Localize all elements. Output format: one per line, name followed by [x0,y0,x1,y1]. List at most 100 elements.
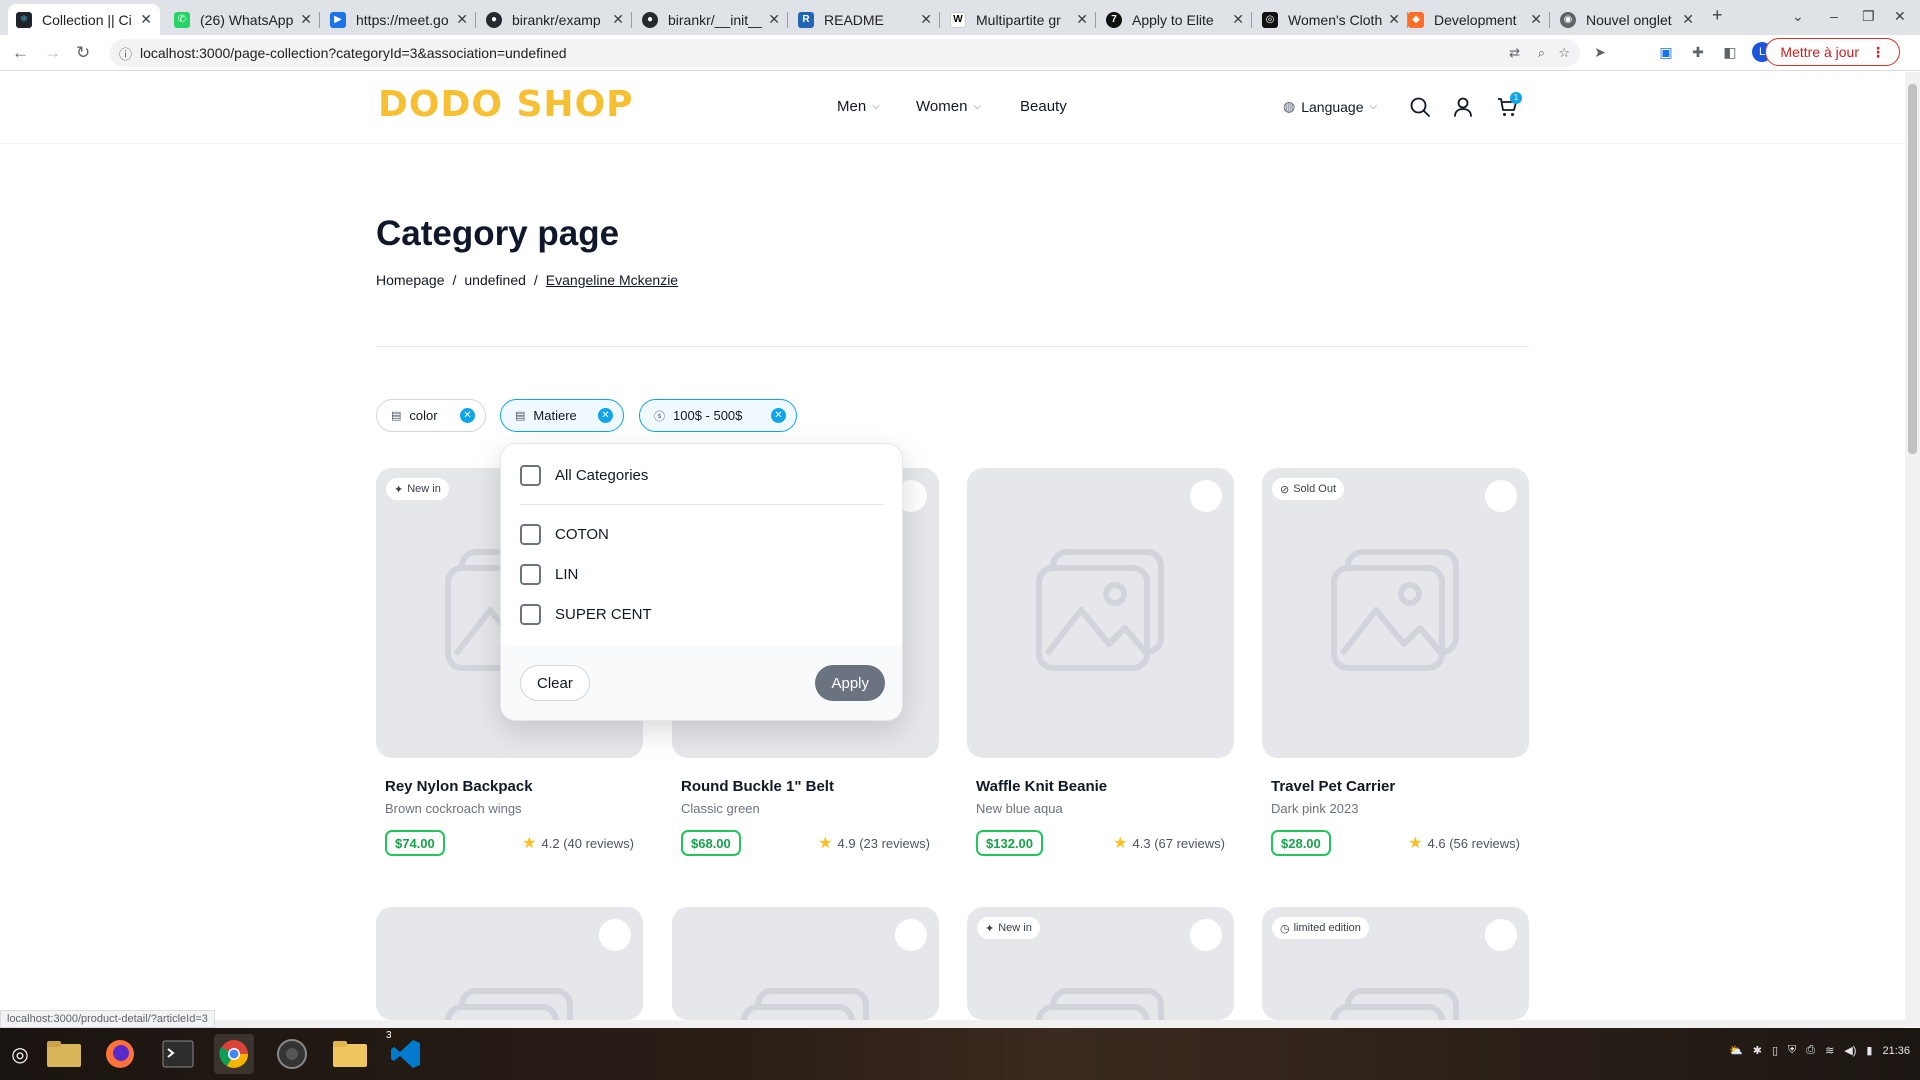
site-logo[interactable]: DODO SHOP [378,84,634,125]
apply-button[interactable]: Apply [815,665,885,701]
product-image[interactable]: ⊘ Sold Out [1262,468,1529,758]
close-tab-icon[interactable]: ✕ [1388,11,1400,28]
vertical-scrollbar[interactable] [1905,72,1920,1027]
scrollbar-thumb[interactable] [1908,84,1917,454]
nav-beauty[interactable]: Beauty [1020,98,1067,115]
wifi-icon[interactable]: ≋ [1825,1044,1834,1057]
share-icon[interactable]: ➤ [1592,44,1608,60]
puzzle-icon[interactable]: ✚ [1690,44,1706,60]
chrome-icon[interactable] [214,1034,254,1074]
heart-filled-icon[interactable] [1485,480,1517,512]
product-image[interactable]: ✦ New in [967,907,1234,1020]
close-tab-icon[interactable]: ✕ [1530,11,1542,28]
breadcrumb-current[interactable]: Evangeline Mckenzie [546,272,678,288]
nav-men[interactable]: Men ⌵ [837,98,880,115]
product-card[interactable] [376,907,643,1020]
sidepanel-icon[interactable]: ◧ [1722,44,1738,60]
product-image[interactable] [376,907,643,1020]
bookmark-star-icon[interactable]: ☆ [1558,45,1570,61]
firefox-icon[interactable] [100,1034,140,1074]
volume-icon[interactable]: ◀) [1844,1044,1856,1057]
close-tab-icon[interactable]: ✕ [140,11,152,28]
remove-filter-icon[interactable]: ✕ [771,408,786,423]
product-image[interactable] [672,907,939,1020]
terminal-icon[interactable] [158,1034,198,1074]
checkbox[interactable] [520,604,541,625]
printer-icon[interactable]: ⎙ [1806,1044,1815,1057]
shield-icon[interactable]: ⛨ [1788,1044,1796,1057]
translate-icon[interactable]: ⇄ [1509,45,1520,61]
cart-icon[interactable]: 1 [1496,92,1522,118]
reload-icon[interactable]: ↻ [76,43,90,63]
browser-tab-collection[interactable]: ⚛ Collection || Ci ✕ [8,4,160,35]
product-name[interactable]: Round Buckle 1" Belt [672,778,939,795]
browser-tab-github-1[interactable]: ● birankr/examp ✕ [478,4,632,35]
minimize-icon[interactable]: – [1830,8,1838,24]
browser-tab-development[interactable]: ◆ Development ✕ [1400,4,1550,35]
browser-tab-whatsapp[interactable]: ✆ (26) WhatsApp ✕ [166,4,320,35]
browser-tab-readme[interactable]: R README ✕ [790,4,940,35]
tab-search-chevron-icon[interactable]: ⌄ [1792,8,1804,25]
filter-chip-price[interactable]: ⓢ 100$ - 500$ ✕ [639,399,797,432]
filter-chip-color[interactable]: ▤ color ✕ [376,399,486,432]
product-card[interactable]: ✦ New in [967,907,1234,1020]
close-tab-icon[interactable]: ✕ [1682,11,1694,28]
heart-outline-icon[interactable] [599,919,631,951]
heart-filled-icon[interactable] [1190,919,1222,951]
close-tab-icon[interactable]: ✕ [612,11,624,28]
option-super-cent[interactable]: SUPER CENT [520,604,652,625]
product-card[interactable]: ◷ limited edition [1262,907,1529,1020]
heart-outline-icon[interactable] [1190,480,1222,512]
clock[interactable]: 21:36 [1882,1045,1910,1057]
close-tab-icon[interactable]: ✕ [1076,11,1088,28]
back-icon[interactable]: ← [12,43,29,63]
filter-chip-matiere[interactable]: ▤ Matiere ✕ [500,399,624,432]
more-menu-icon[interactable]: ⋮ [1871,44,1885,61]
breadcrumb-homepage[interactable]: Homepage [376,272,445,288]
close-tab-icon[interactable]: ✕ [1232,11,1244,28]
folder-icon[interactable] [44,1034,84,1074]
product-card[interactable]: Waffle Knit Beanie New blue aqua $132.00… [967,468,1234,856]
product-name[interactable]: Travel Pet Carrier [1262,778,1529,795]
option-lin[interactable]: LIN [520,564,578,585]
close-window-icon[interactable]: ✕ [1894,8,1906,25]
forward-icon[interactable]: → [44,43,61,63]
weather-icon[interactable]: ⛅ [1729,1044,1743,1057]
checkbox[interactable] [520,564,541,585]
checkbox[interactable] [520,524,541,545]
update-browser-button[interactable]: Mettre à jour ⋮ [1765,38,1900,66]
language-selector[interactable]: ◍ Language ⌵ [1283,98,1377,115]
close-tab-icon[interactable]: ✕ [456,11,468,28]
camera-icon[interactable] [272,1034,312,1074]
browser-tab-apply[interactable]: 7 Apply to Elite ✕ [1098,4,1252,35]
browser-tab-new[interactable]: ◉ Nouvel onglet ✕ [1552,4,1702,35]
extension-icon[interactable]: ▣ [1658,44,1674,60]
product-image[interactable]: ◷ limited edition [1262,907,1529,1020]
close-tab-icon[interactable]: ✕ [768,11,780,28]
close-tab-icon[interactable]: ✕ [300,11,312,28]
bluetooth-icon[interactable]: ✱ [1753,1044,1762,1057]
product-name[interactable]: Rey Nylon Backpack [376,778,643,795]
remove-filter-icon[interactable]: ✕ [460,408,475,423]
zoom-icon[interactable]: ⌕ [1538,45,1545,61]
vscode-icon[interactable]: 3 [386,1030,426,1074]
browser-tab-github-2[interactable]: ● birankr/__init__ ✕ [634,4,788,35]
clear-button[interactable]: Clear [520,665,590,701]
checkbox[interactable] [520,465,541,486]
remove-filter-icon[interactable]: ✕ [598,408,613,423]
user-icon[interactable] [1452,96,1474,118]
browser-tab-meet[interactable]: ▶ https://meet.go ✕ [322,4,476,35]
nav-women[interactable]: Women ⌵ [916,98,981,115]
clipboard-icon[interactable]: ▯ [1772,1044,1778,1057]
horizontal-scrollbar[interactable] [0,1020,1905,1028]
browser-tab-wikipedia[interactable]: W Multipartite gr ✕ [942,4,1096,35]
product-card[interactable]: ⊘ Sold Out Travel Pet Carrier Dark pink 2… [1262,468,1529,856]
files-icon[interactable] [330,1034,370,1074]
restore-icon[interactable]: ❐ [1862,8,1875,25]
heart-outline-icon[interactable] [895,919,927,951]
new-tab-button[interactable]: + [1712,5,1723,26]
battery-icon[interactable]: ▮ [1866,1044,1872,1057]
search-icon[interactable] [1409,96,1431,118]
product-name[interactable]: Waffle Knit Beanie [967,778,1234,795]
address-bar[interactable]: ⓘ localhost:3000/page-collection?categor… [110,39,1580,67]
